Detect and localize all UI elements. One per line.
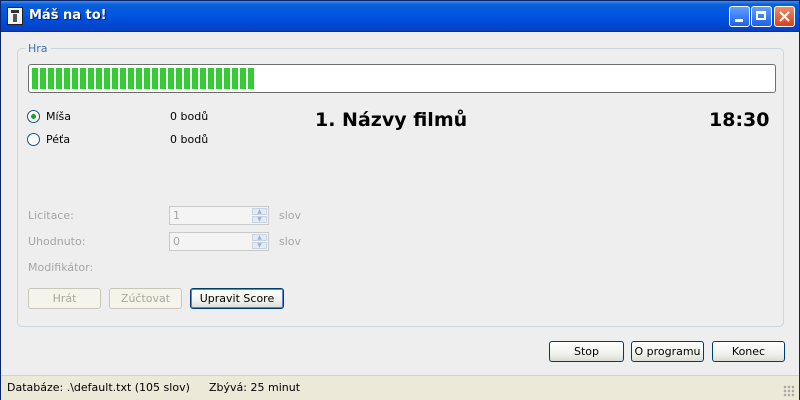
window-title: Máš na to! (29, 8, 107, 23)
maximize-icon (756, 11, 766, 20)
player-name-misa[interactable]: Míša (46, 110, 71, 123)
spinner-down-icon[interactable]: ▼ (252, 216, 267, 223)
modifikator-label: Modifikátor: (28, 261, 94, 274)
licitace-value[interactable]: 1 (173, 209, 180, 222)
close-button[interactable] (774, 6, 795, 27)
timer-display: 18:30 (709, 109, 770, 131)
uhodnuto-spinner[interactable]: 0 ▲ ▼ (169, 232, 269, 251)
spinner-down-icon[interactable]: ▼ (252, 242, 267, 249)
about-button[interactable]: O programu (631, 341, 704, 362)
app-window: Máš na to! Hra Míša 0 bodů Péťa 0 bodů 1… (0, 0, 800, 400)
status-remaining: Zbývá: 25 minut (209, 381, 301, 394)
uhodnuto-unit: slov (279, 235, 302, 248)
radio-button-peta[interactable] (27, 133, 40, 146)
uhodnuto-value[interactable]: 0 (173, 235, 180, 248)
licitace-spinner[interactable]: 1 ▲ ▼ (169, 206, 269, 225)
progress-fill (32, 68, 254, 89)
category-title: 1. Názvy filmů (315, 109, 468, 131)
player-score-peta: 0 bodů (170, 133, 209, 146)
title-bar[interactable]: Máš na to! (1, 1, 799, 32)
game-group-label: Hra (25, 42, 51, 55)
status-bar: Databáze: .\default.txt (105 slov) Zbývá… (1, 375, 799, 400)
maximize-button[interactable] (751, 6, 772, 27)
spinner-up-icon[interactable]: ▲ (252, 234, 267, 241)
licitace-unit: slov (279, 209, 302, 222)
settle-button[interactable]: Zúčtovat (109, 288, 182, 309)
resize-grip-icon[interactable] (783, 385, 795, 397)
stop-button[interactable]: Stop (549, 341, 624, 362)
player-name-peta[interactable]: Péťa (46, 133, 70, 146)
time-progress-bar (28, 64, 776, 93)
minimize-button[interactable] (729, 6, 750, 27)
spinner-up-icon[interactable]: ▲ (252, 208, 267, 215)
uhodnuto-label: Uhodnuto: (28, 235, 86, 248)
radio-selected-dot (31, 114, 36, 119)
minimize-icon (735, 19, 743, 22)
licitace-spinner-arrows[interactable]: ▲ ▼ (252, 208, 267, 223)
play-button[interactable]: Hrát (28, 288, 101, 309)
licitace-label: Licitace: (28, 209, 74, 222)
uhodnuto-spinner-arrows[interactable]: ▲ ▼ (252, 234, 267, 249)
quit-button[interactable]: Konec (712, 341, 785, 362)
close-icon (779, 11, 790, 22)
edit-score-button[interactable]: Upravit Score (190, 288, 284, 309)
player-score-misa: 0 bodů (170, 110, 209, 123)
radio-button-misa[interactable] (27, 110, 40, 123)
app-icon[interactable] (7, 7, 23, 25)
status-database: Databáze: .\default.txt (105 slov) (7, 381, 190, 394)
